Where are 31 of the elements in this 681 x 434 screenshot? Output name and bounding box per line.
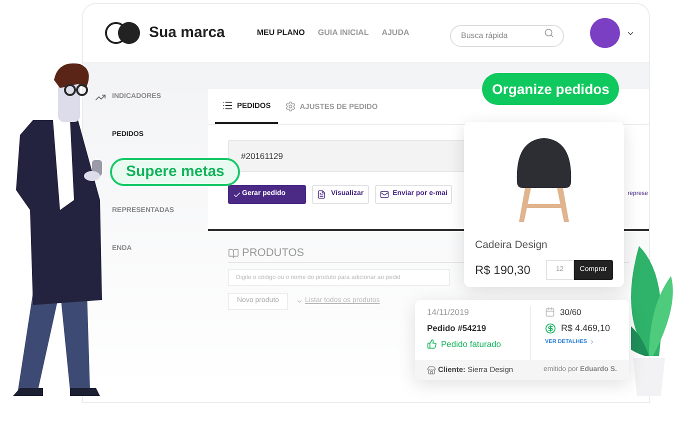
settings-icon <box>284 101 296 112</box>
book-icon <box>228 248 239 259</box>
search-icon <box>544 28 554 38</box>
order-date: 14/11/2019 <box>427 306 470 319</box>
order-total: R$ 4.469,10 <box>561 322 610 335</box>
caret-icon <box>296 298 304 305</box>
document-icon <box>317 190 326 199</box>
check-icon <box>233 190 241 198</box>
brand-name: Sua marca <box>149 22 225 43</box>
nav-link[interactable]: GUIA INICIAL <box>318 27 369 39</box>
callout-pill: Organize pedidos <box>482 73 620 105</box>
product-name: Cadeira Design <box>475 238 548 253</box>
section-title: PRODUTOS <box>242 246 304 262</box>
avatar[interactable] <box>590 18 620 48</box>
product-price: R$ 190,30 <box>475 262 530 279</box>
installments: 30/60 <box>560 306 582 319</box>
list-icon <box>222 100 233 111</box>
order-title: Pedido #54219 <box>427 322 488 334</box>
logo-icon <box>105 22 141 44</box>
order-number-field[interactable]: #20161129 <box>228 140 466 172</box>
order-status: Pedido faturado <box>441 338 502 350</box>
dollar-icon <box>545 323 556 334</box>
calendar-icon <box>545 307 555 318</box>
callout-bubble: Supere metas <box>110 158 240 186</box>
mail-icon <box>380 190 389 199</box>
thumbs-up-icon <box>427 338 437 349</box>
nav-link[interactable]: AJUDA <box>382 27 410 39</box>
nav-link[interactable]: MEU PLANO <box>256 27 305 39</box>
search-field[interactable]: Busca rápida <box>450 24 564 46</box>
store-icon <box>427 366 436 374</box>
chevron-icon <box>589 339 596 346</box>
